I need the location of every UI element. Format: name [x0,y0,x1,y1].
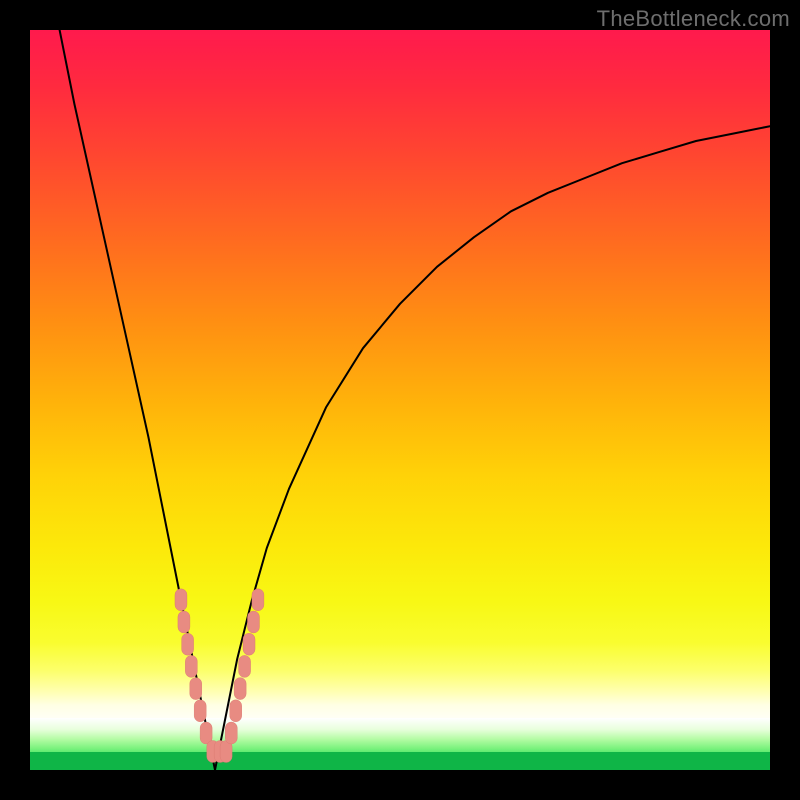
marker-dots [175,589,264,763]
marker-dot [190,678,202,700]
plot-area [26,26,774,774]
marker-dot [225,722,237,744]
marker-dot [175,589,187,611]
marker-dot [230,700,242,722]
plot-inner [30,30,770,770]
marker-dot [185,655,197,677]
marker-dot [178,611,190,633]
marker-dot [247,611,259,633]
watermark-label: TheBottleneck.com [597,6,790,32]
chart-frame: TheBottleneck.com [0,0,800,800]
marker-dot [194,700,206,722]
curve-paths [60,30,770,770]
marker-dot [243,633,255,655]
marker-dot [234,678,246,700]
marker-dot [252,589,264,611]
marker-dot [182,633,194,655]
marker-dot [239,655,251,677]
marker-dot [200,722,212,744]
series-right-branch [215,126,770,770]
curve-overlay [30,30,770,770]
